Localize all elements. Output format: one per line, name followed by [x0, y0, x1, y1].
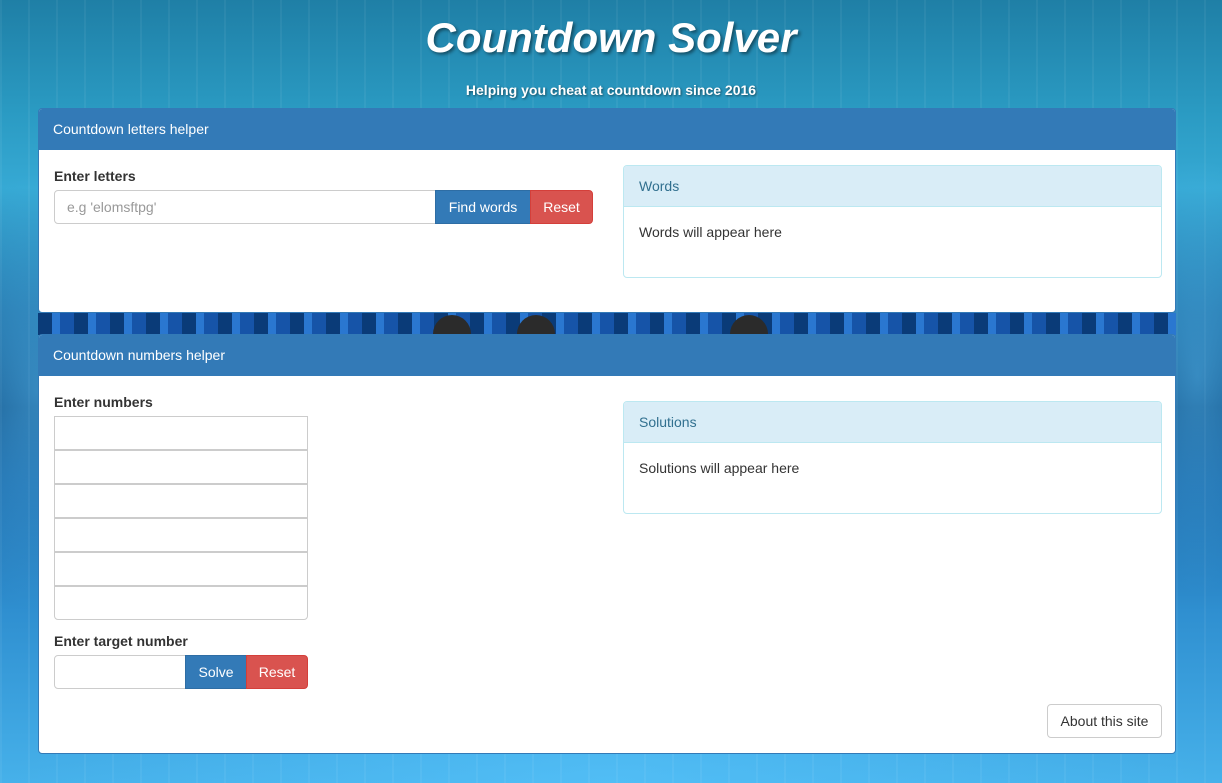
number-input-4[interactable] — [54, 518, 308, 552]
letters-panel: Countdown letters helper Enter letters F… — [38, 108, 1176, 313]
letters-panel-body: Enter letters Find words Reset Words Wor… — [39, 150, 1175, 312]
numbers-panel: Countdown numbers helper Enter numbers E… — [38, 334, 1176, 754]
about-site-button[interactable]: About this site — [1047, 704, 1162, 738]
site-title: Countdown Solver — [425, 14, 797, 61]
number-input-3[interactable] — [54, 484, 308, 518]
numbers-panel-body: Enter numbers Enter target number Solve … — [39, 376, 1175, 753]
numbers-label: Enter numbers — [54, 394, 153, 410]
solutions-results-text: Solutions will appear here — [639, 460, 800, 476]
letters-input[interactable] — [54, 190, 436, 224]
letters-label: Enter letters — [54, 168, 136, 184]
number-input-1[interactable] — [54, 416, 308, 450]
find-words-button[interactable]: Find words — [435, 190, 531, 224]
numbers-reset-button[interactable]: Reset — [246, 655, 308, 689]
letters-reset-button[interactable]: Reset — [530, 190, 593, 224]
solve-button[interactable]: Solve — [185, 655, 247, 689]
solutions-results-panel: Solutions Solutions will appear here — [623, 401, 1162, 514]
number-input-6[interactable] — [54, 586, 308, 620]
target-number-input[interactable] — [54, 655, 186, 689]
letters-panel-heading: Countdown letters helper — [39, 109, 1175, 150]
words-results-heading: Words — [624, 166, 1161, 207]
site-tagline: Helping you cheat at countdown since 201… — [465, 82, 757, 98]
background-stripe — [38, 313, 1176, 335]
number-input-2[interactable] — [54, 450, 308, 484]
solutions-results-heading: Solutions — [624, 402, 1161, 443]
number-input-5[interactable] — [54, 552, 308, 586]
numbers-panel-heading: Countdown numbers helper — [39, 335, 1175, 376]
words-results-text: Words will appear here — [639, 224, 782, 240]
target-label: Enter target number — [54, 633, 188, 649]
words-results-panel: Words Words will appear here — [623, 165, 1162, 278]
